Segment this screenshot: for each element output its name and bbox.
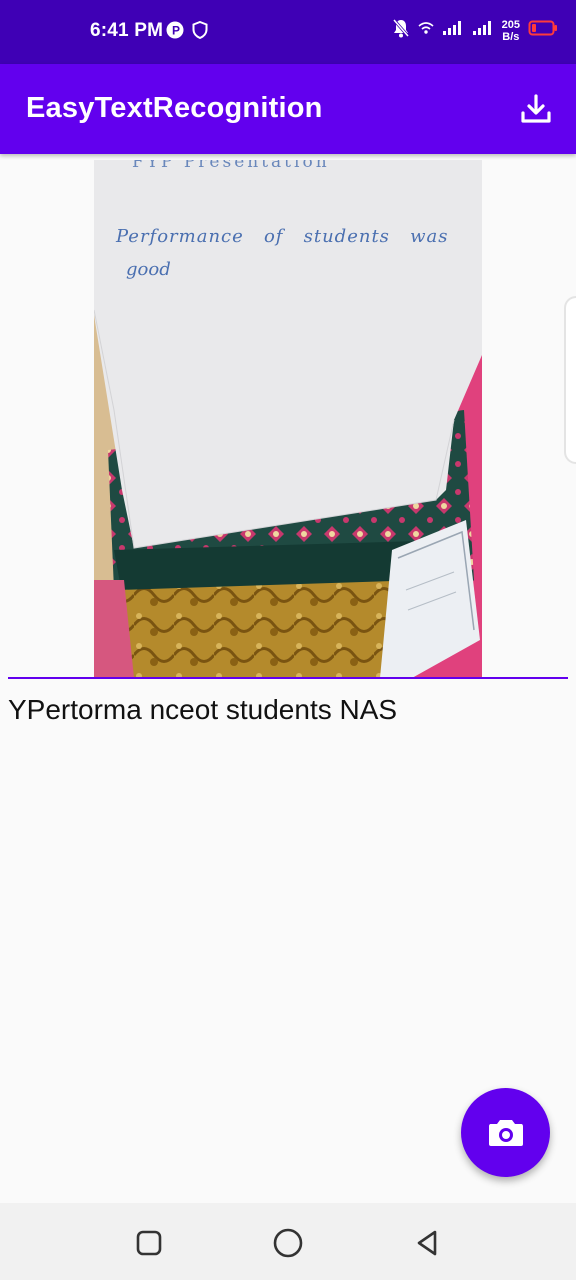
p-app-icon: P (166, 21, 184, 44)
divider (8, 677, 568, 679)
captured-photo: FYP Presentation Performance of students… (94, 160, 482, 678)
recognized-text: YPertorma nceot students NAS (8, 694, 398, 725)
net-speed-value: 205 (501, 18, 520, 31)
back-triangle-icon (417, 1230, 437, 1256)
net-speed: 205 B/s (502, 19, 520, 43)
app-title: EasyTextRecognition (26, 92, 323, 124)
svg-text:P: P (172, 24, 180, 38)
status-right-icons: 205 B/s (392, 18, 558, 43)
download-button[interactable] (518, 91, 554, 127)
app-bar: EasyTextRecognition (0, 64, 576, 154)
recents-button[interactable] (131, 1225, 167, 1261)
signal-icon (442, 20, 464, 41)
photo-handwriting: FYP Presentation Performance of students… (94, 160, 482, 678)
shield-icon (192, 20, 208, 44)
system-nav-bar (0, 1203, 576, 1280)
download-icon (521, 94, 551, 123)
home-circle-icon (273, 1228, 303, 1258)
battery-low-icon (528, 20, 558, 41)
home-button[interactable] (270, 1225, 306, 1261)
wifi-icon (418, 21, 434, 40)
handwriting-line2: good (126, 259, 171, 280)
net-speed-unit: B/s (502, 30, 520, 43)
back-button[interactable] (409, 1225, 445, 1261)
handwriting-line1: Performance of students was (116, 226, 449, 247)
status-bar: 6:41 PM P 205 B/s (0, 0, 576, 64)
handwriting-header: FYP Presentation (132, 160, 330, 172)
camera-fab[interactable] (461, 1088, 550, 1177)
edge-panel-handle[interactable] (564, 296, 576, 464)
recents-square-icon (136, 1230, 162, 1256)
status-time: 6:41 PM (90, 20, 164, 41)
camera-icon (488, 1119, 523, 1146)
bell-off-icon (392, 18, 410, 43)
signal-icon-2 (472, 20, 494, 41)
status-left-icons: P (166, 20, 208, 44)
